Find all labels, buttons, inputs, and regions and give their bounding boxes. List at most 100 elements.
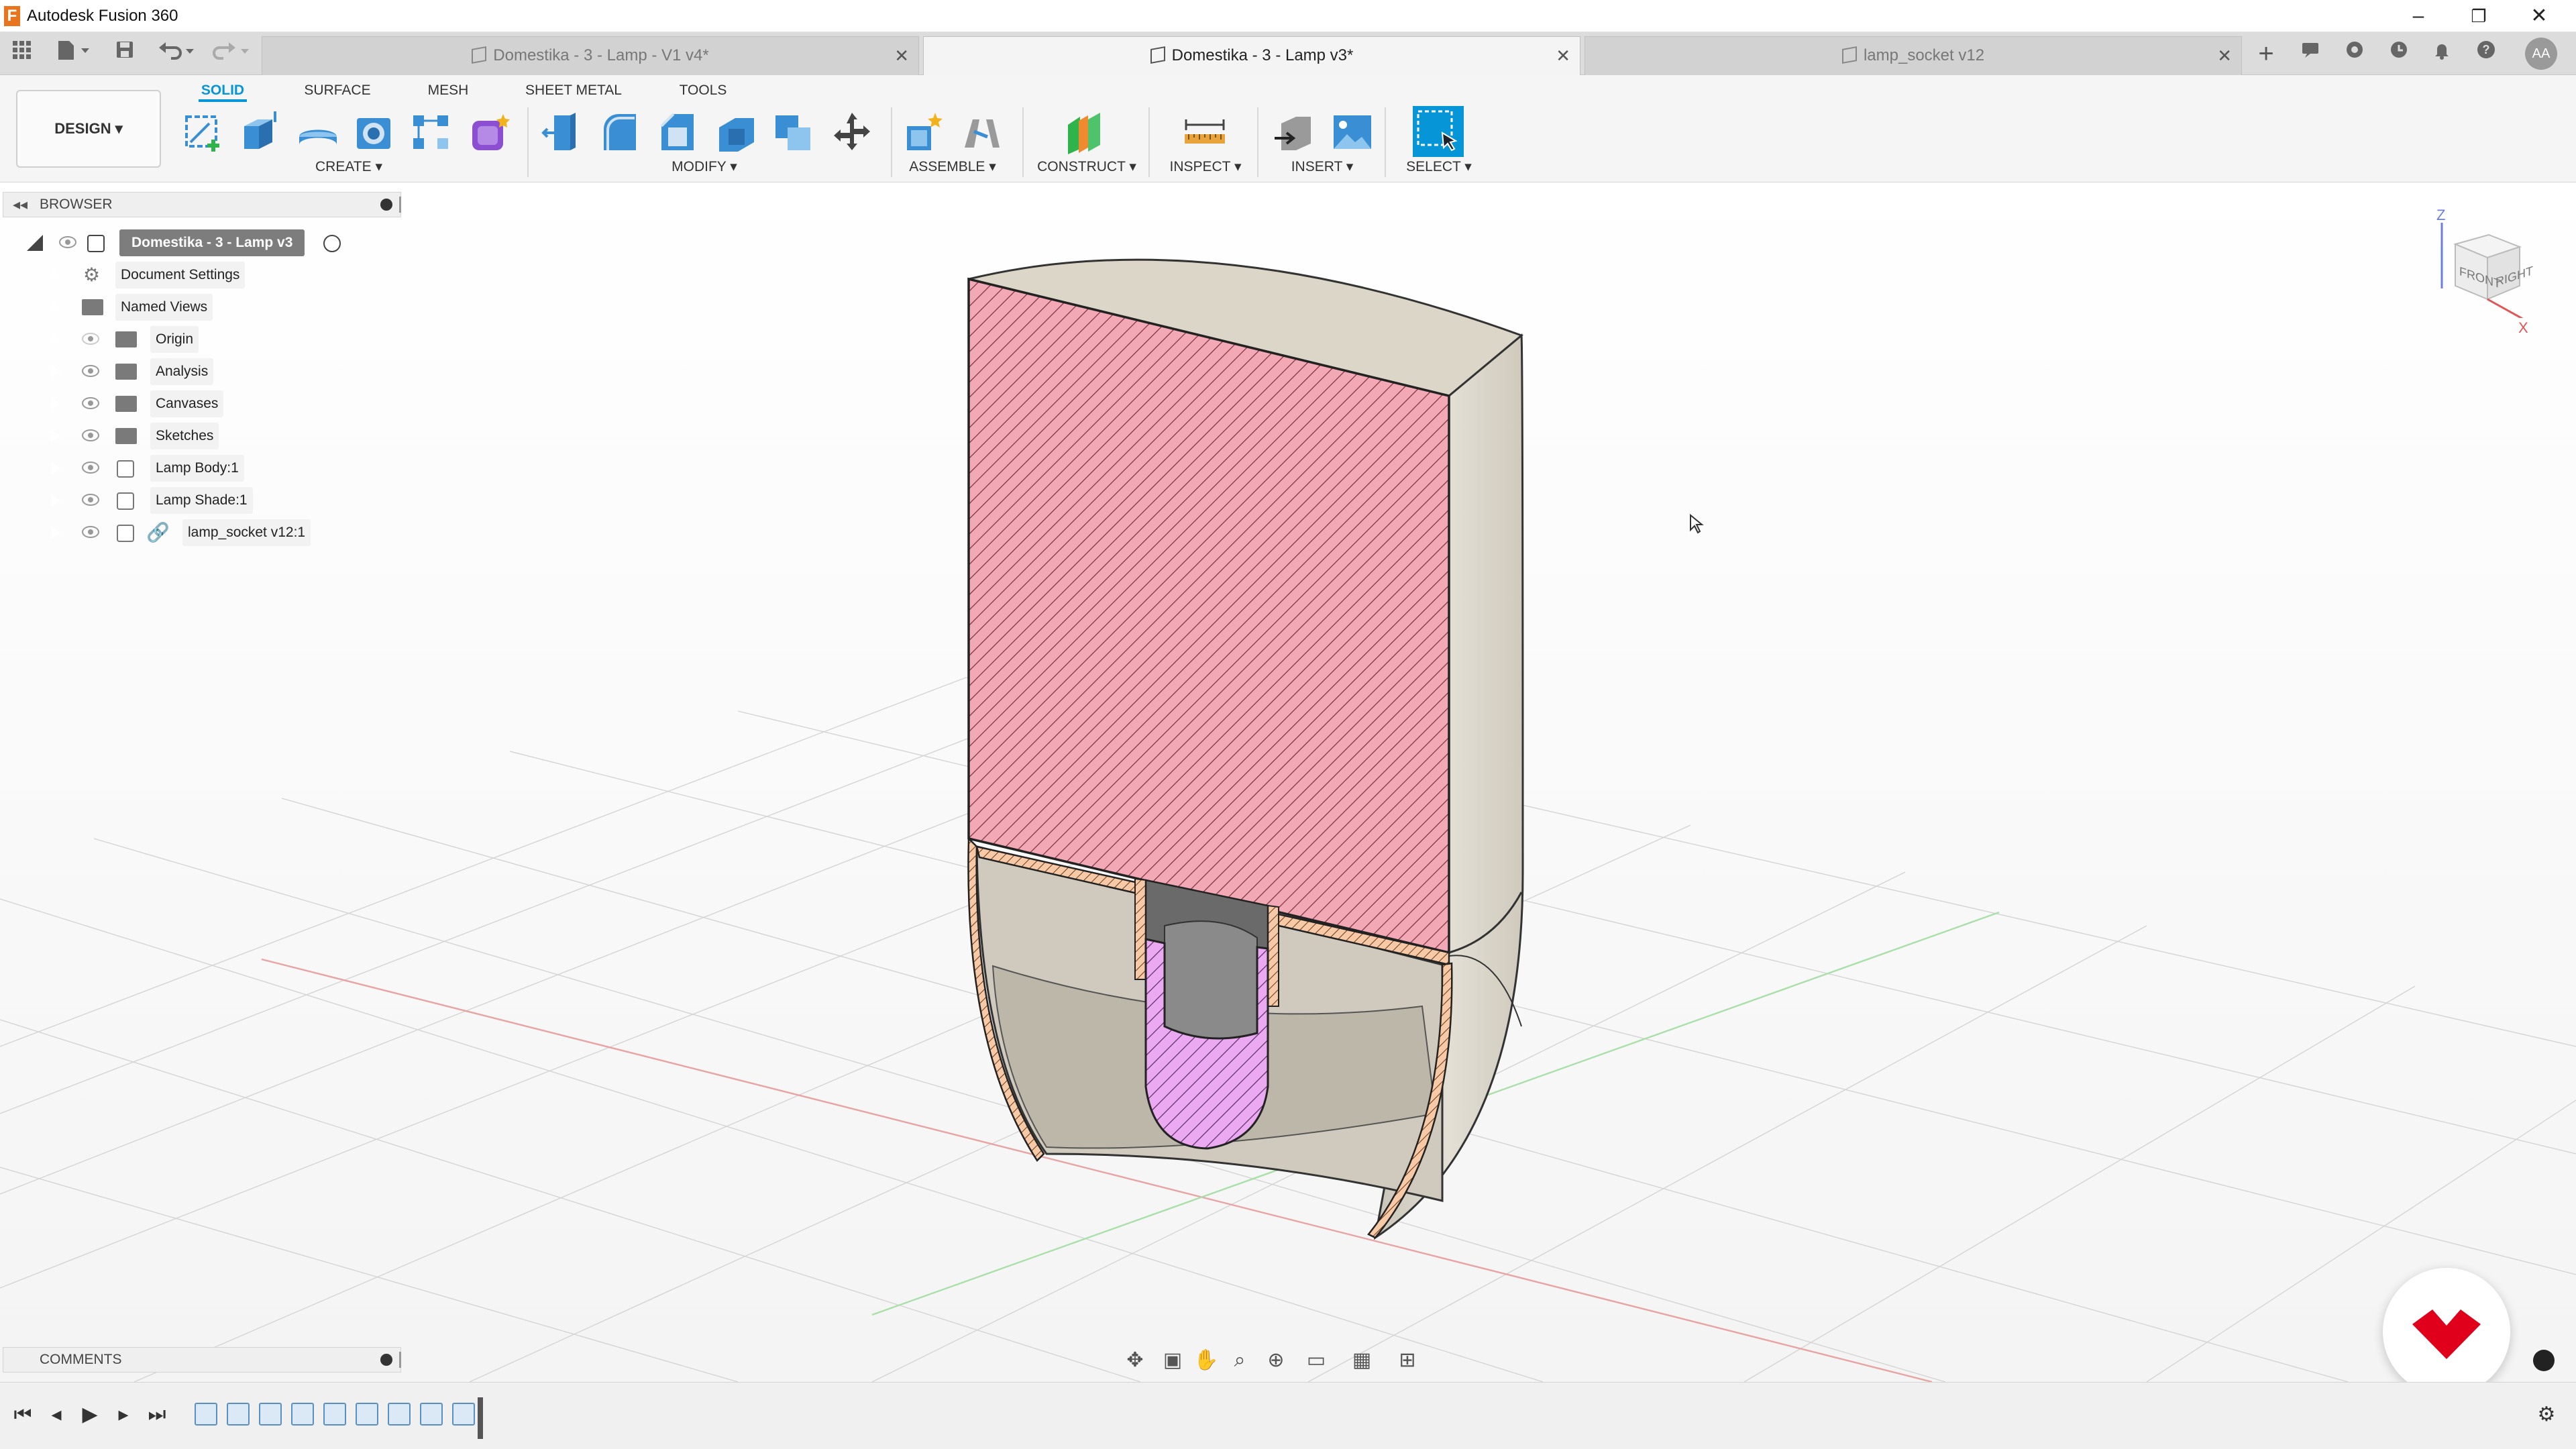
offset-plane-tool-icon[interactable]: [1063, 109, 1108, 157]
model-canvas[interactable]: [0, 182, 2576, 1383]
camera-icon[interactable]: [2533, 1350, 2555, 1371]
restore-button[interactable]: ❐: [2455, 3, 2502, 30]
timeline-feature-sketch[interactable]: [195, 1403, 217, 1426]
press-pull-tool-icon[interactable]: [541, 109, 586, 157]
expand-arrow-icon[interactable]: [50, 267, 61, 283]
orbit-icon[interactable]: ✥: [1120, 1346, 1150, 1375]
collapse-arrow-icon[interactable]: [27, 235, 43, 251]
redo-icon[interactable]: [208, 39, 255, 68]
tab-sheet-metal[interactable]: SHEET METAL: [523, 79, 624, 102]
construct-menu[interactable]: CONSTRUCT ▾: [1033, 158, 1140, 175]
tree-item-lamp-socket[interactable]: 🔗 lamp_socket v12:1: [50, 519, 386, 546]
viewports-icon[interactable]: ⊞: [1393, 1346, 1422, 1375]
go-to-start-icon[interactable]: ⏮: [9, 1401, 36, 1428]
activate-radio-icon[interactable]: [323, 235, 341, 252]
timeline-marker[interactable]: [478, 1397, 483, 1439]
tree-item-canvases[interactable]: Canvases: [50, 390, 386, 417]
zoom-icon[interactable]: ⌕: [1225, 1346, 1254, 1375]
select-tool-icon[interactable]: [1413, 106, 1464, 157]
insert-menu[interactable]: INSERT ▾: [1279, 158, 1366, 175]
panel-options-icon[interactable]: [380, 199, 392, 211]
collapse-panel-icon[interactable]: ◂◂: [13, 193, 28, 217]
viewcube[interactable]: Z FRONT RIGHT X: [2428, 204, 2542, 336]
inspect-menu[interactable]: INSPECT ▾: [1162, 158, 1249, 175]
file-menu-icon[interactable]: [50, 39, 97, 68]
hole-tool-icon[interactable]: [352, 109, 397, 157]
tab-solid[interactable]: SOLID: [199, 79, 247, 102]
select-menu[interactable]: SELECT ▾: [1395, 158, 1483, 175]
insert-canvas-tool-icon[interactable]: [1330, 109, 1375, 157]
new-tab-button[interactable]: +: [2251, 39, 2281, 68]
tree-item-lamp-body[interactable]: Lamp Body:1: [50, 455, 386, 482]
create-menu[interactable]: CREATE ▾: [309, 158, 389, 175]
close-tab-icon[interactable]: ✕: [894, 37, 909, 74]
panel-resize-handle[interactable]: [399, 197, 401, 213]
timeline-feature-split[interactable]: [420, 1403, 443, 1426]
tree-item-named-views[interactable]: Named Views: [50, 294, 386, 321]
chamfer-tool-icon[interactable]: [656, 109, 702, 157]
move-copy-tool-icon[interactable]: [829, 109, 875, 157]
extensions-icon[interactable]: [2340, 39, 2369, 68]
new-component-tool-icon[interactable]: [902, 109, 947, 157]
close-tab-icon[interactable]: ✕: [2217, 37, 2232, 74]
job-status-icon[interactable]: [2296, 39, 2325, 68]
shell-tool-icon[interactable]: [714, 109, 759, 157]
tree-item-sketches[interactable]: Sketches: [50, 423, 386, 449]
visibility-eye-icon[interactable]: [82, 397, 99, 409]
timeline-feature-body[interactable]: [291, 1403, 314, 1426]
timeline-feature-revolve[interactable]: [388, 1403, 411, 1426]
fillet-tool-icon[interactable]: [598, 109, 644, 157]
insert-derive-tool-icon[interactable]: [1272, 109, 1318, 157]
tab-lamp-socket[interactable]: lamp_socket v12 ✕: [1585, 36, 2242, 75]
look-at-icon[interactable]: ▣: [1158, 1346, 1187, 1375]
step-forward-icon[interactable]: ▸: [110, 1401, 137, 1428]
visibility-hidden-icon[interactable]: [82, 333, 99, 345]
undo-icon[interactable]: [154, 39, 201, 68]
go-to-end-icon[interactable]: ⏭: [144, 1401, 170, 1428]
joint-tool-icon[interactable]: [959, 109, 1005, 157]
step-back-icon[interactable]: ◂: [43, 1401, 70, 1428]
tree-item-analysis[interactable]: Analysis: [50, 358, 386, 385]
display-settings-icon[interactable]: ▭: [1301, 1346, 1331, 1375]
add-comment-icon[interactable]: [380, 1354, 392, 1366]
expand-arrow-icon[interactable]: [50, 492, 61, 508]
grid-settings-icon[interactable]: ▦: [1347, 1346, 1377, 1375]
3d-viewport[interactable]: Z FRONT RIGHT X: [0, 182, 2576, 1383]
combine-tool-icon[interactable]: [771, 109, 817, 157]
modify-menu[interactable]: MODIFY ▾: [664, 158, 745, 175]
close-window-button[interactable]: ✕: [2516, 3, 2563, 30]
user-avatar[interactable]: AA: [2525, 38, 2557, 70]
visibility-eye-icon[interactable]: [82, 494, 99, 506]
timeline-feature-canvas[interactable]: [227, 1403, 250, 1426]
visibility-eye-icon[interactable]: [59, 236, 76, 248]
assemble-menu[interactable]: ASSEMBLE ▾: [906, 158, 1000, 175]
expand-arrow-icon[interactable]: [50, 331, 61, 347]
fit-icon[interactable]: ⊕: [1261, 1346, 1291, 1375]
tab-surface[interactable]: SURFACE: [301, 79, 374, 102]
timeline-feature-revolve[interactable]: [356, 1403, 378, 1426]
measure-tool-icon[interactable]: [1182, 109, 1228, 157]
tab-tools[interactable]: TOOLS: [676, 79, 730, 102]
timeline-feature-sketch[interactable]: [259, 1403, 282, 1426]
expand-arrow-icon[interactable]: [50, 396, 61, 412]
tree-item-lamp-shade[interactable]: Lamp Shade:1: [50, 487, 386, 514]
visibility-eye-icon[interactable]: [82, 429, 99, 441]
timeline-feature-body[interactable]: [323, 1403, 346, 1426]
revolve-tool-icon[interactable]: [295, 109, 341, 157]
timeline-settings-icon[interactable]: ⚙: [2533, 1401, 2560, 1428]
expand-arrow-icon[interactable]: [50, 364, 61, 380]
tab-lamp-v3[interactable]: Domestika - 3 - Lamp v3* ✕: [923, 36, 1580, 75]
workspace-switcher-button[interactable]: DESIGN ▾: [16, 90, 161, 168]
tree-item-document-settings[interactable]: ⚙ Document Settings: [50, 262, 386, 288]
tab-lamp-v1[interactable]: Domestika - 3 - Lamp - V1 v4* ✕: [262, 36, 919, 75]
visibility-eye-icon[interactable]: [82, 462, 99, 474]
create-form-tool-icon[interactable]: [467, 109, 513, 157]
create-sketch-tool-icon[interactable]: [181, 109, 227, 157]
expand-arrow-icon[interactable]: [50, 428, 61, 444]
tree-item-origin[interactable]: Origin: [50, 326, 386, 353]
history-icon[interactable]: [2384, 39, 2414, 68]
extrude-tool-icon[interactable]: [237, 109, 283, 157]
tab-mesh[interactable]: MESH: [423, 79, 474, 102]
tree-root[interactable]: Domestika - 3 - Lamp v3: [20, 229, 382, 256]
save-icon[interactable]: [110, 39, 140, 68]
